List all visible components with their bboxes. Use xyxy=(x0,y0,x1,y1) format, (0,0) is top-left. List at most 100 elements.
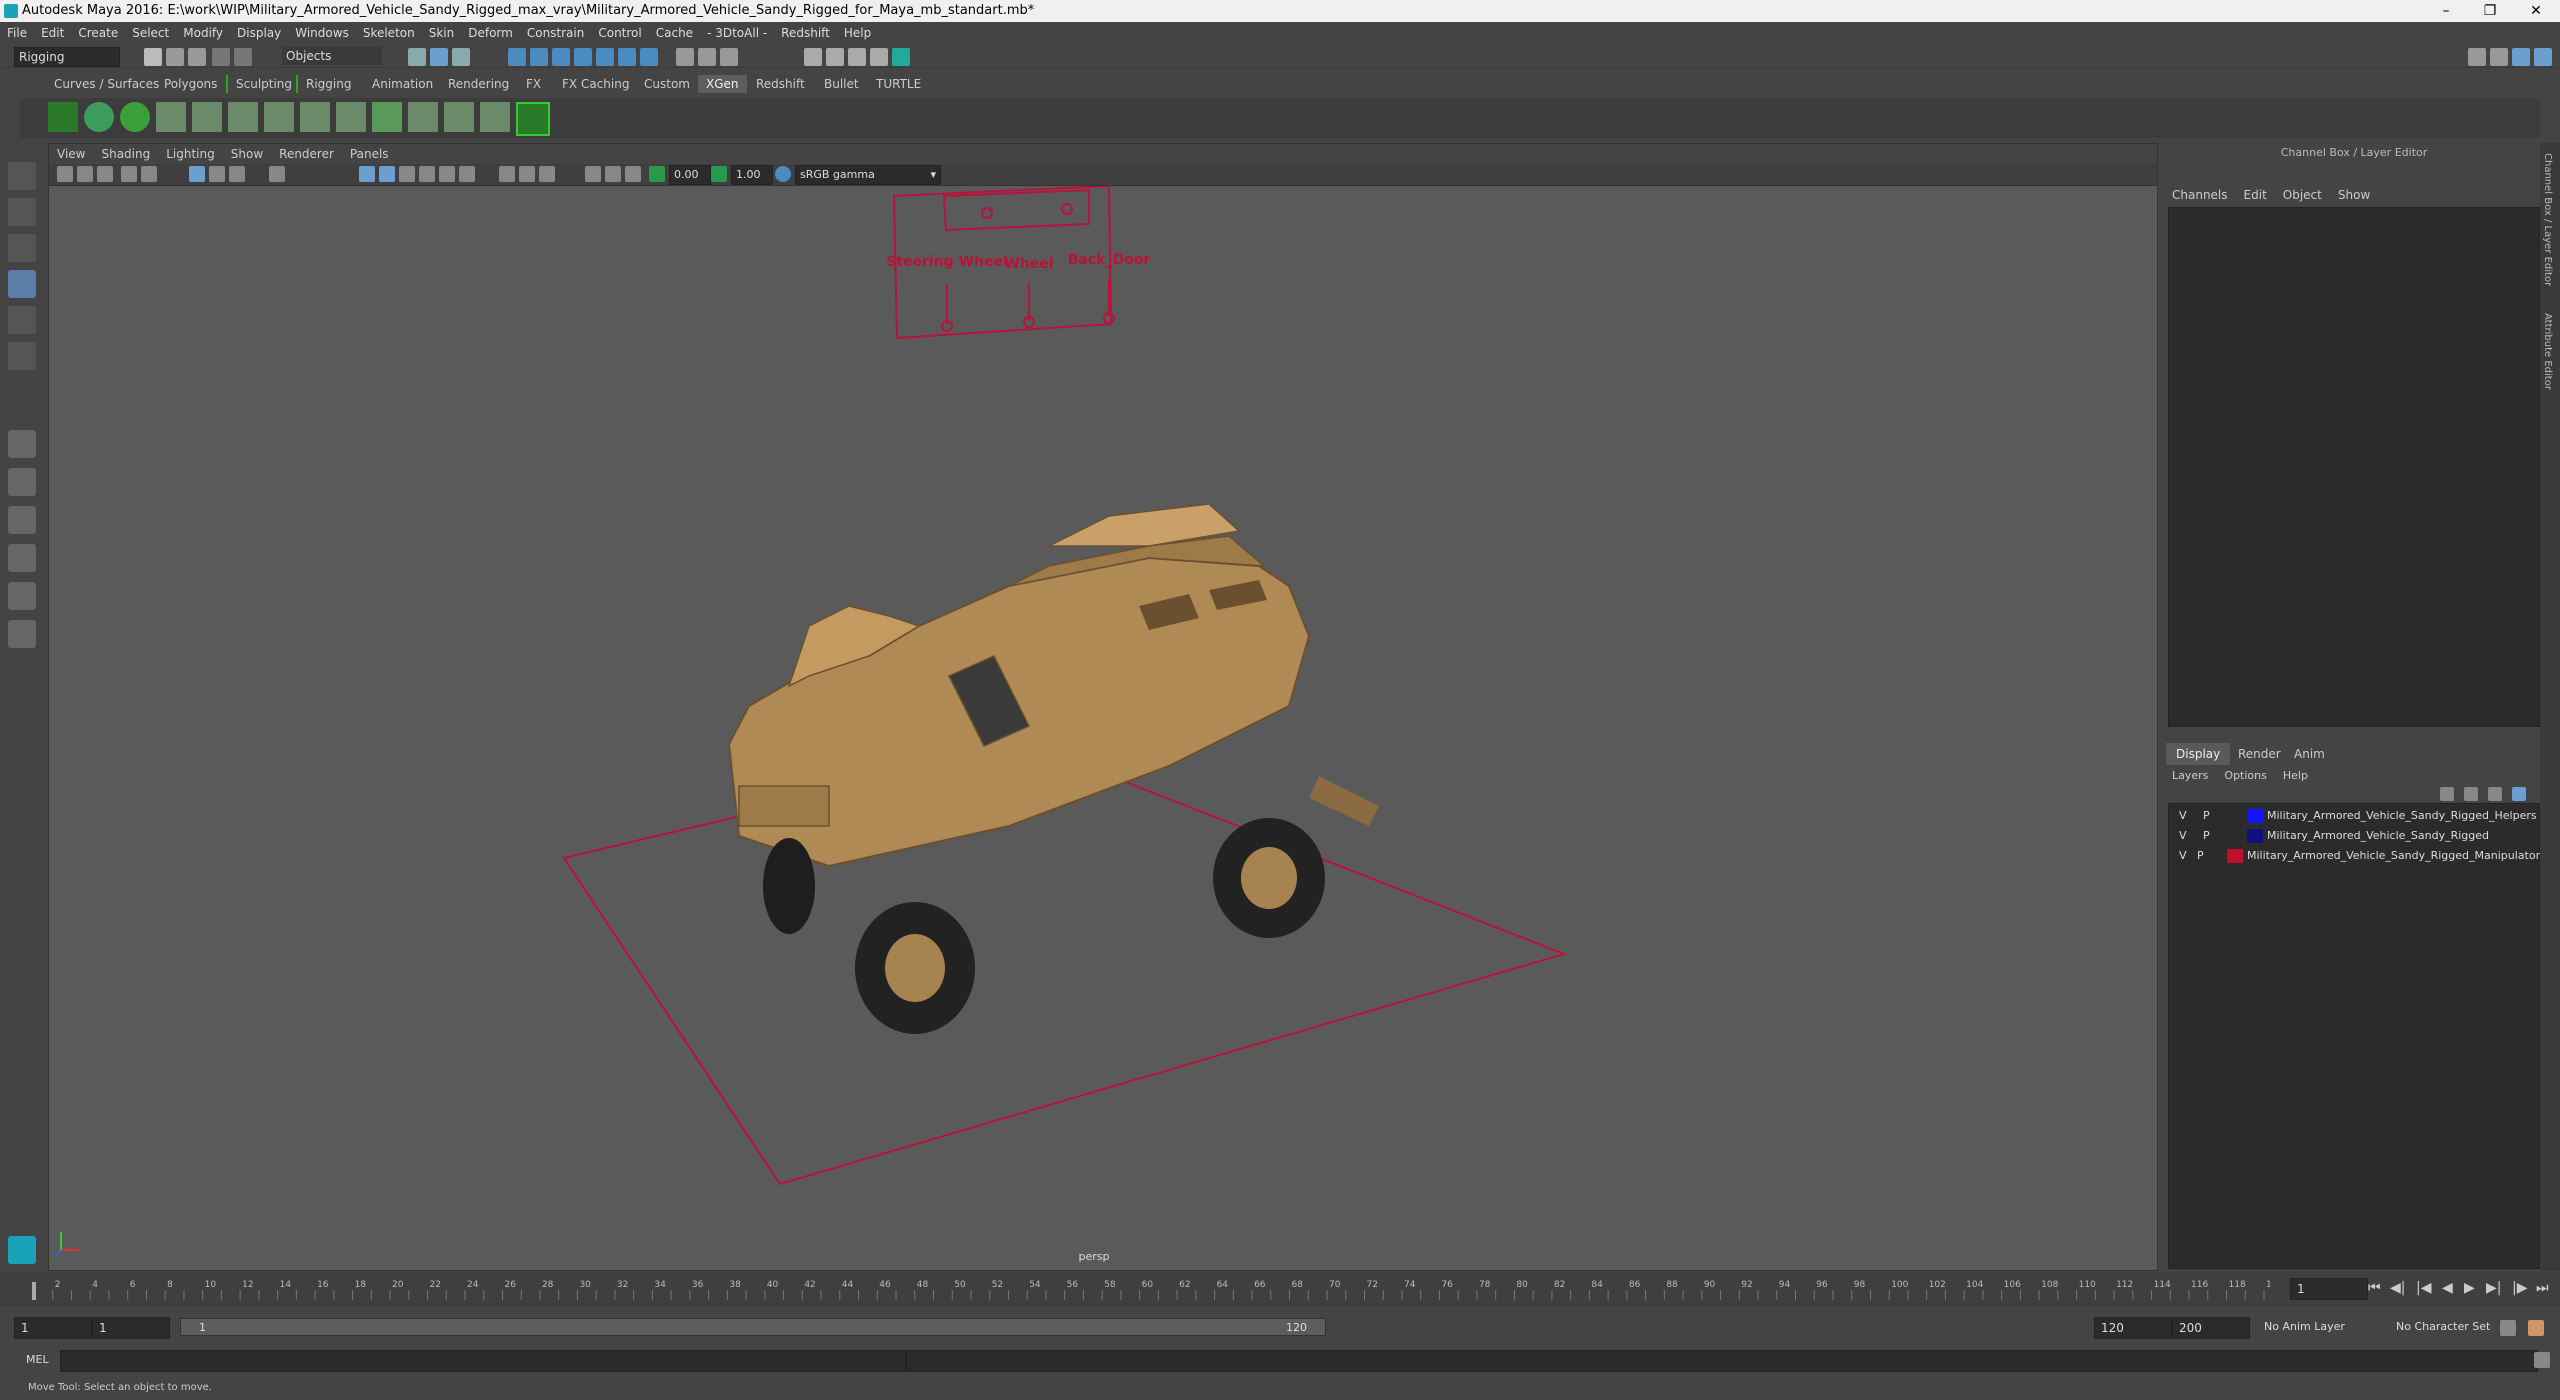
shelf-tab-polygons[interactable]: Polygons xyxy=(156,75,225,93)
menu-display[interactable]: Display xyxy=(230,22,288,44)
auto-key-icon[interactable] xyxy=(2500,1320,2516,1336)
view-transform-dropdown[interactable]: sRGB gamma ▾ xyxy=(795,165,941,185)
step-forward-frame-icon[interactable]: ▶| xyxy=(2486,1280,2501,1296)
layout-outliner-persp-icon[interactable] xyxy=(8,544,36,572)
make-live-icon[interactable] xyxy=(596,48,614,66)
grid-toggle-icon[interactable] xyxy=(189,166,205,182)
move-tool-icon[interactable] xyxy=(8,270,36,298)
range-slider[interactable]: 1 120 xyxy=(180,1318,1326,1336)
viewport-menu-view[interactable]: View xyxy=(49,144,93,164)
snap-grid-icon[interactable] xyxy=(508,48,526,66)
two-d-pan-icon[interactable] xyxy=(141,166,157,182)
playback-end-field[interactable]: 120 xyxy=(2094,1317,2172,1339)
channel-box-menu-show[interactable]: Show xyxy=(2330,183,2378,207)
step-back-key-icon[interactable]: ◀| xyxy=(2390,1280,2405,1296)
place-guides-icon[interactable] xyxy=(228,102,258,132)
tab-anim[interactable]: Anim xyxy=(2284,743,2335,765)
rig-control-panel[interactable]: Steering Wheel Wheel Back_Door xyxy=(886,186,1150,340)
playback-start-field[interactable]: 1 xyxy=(92,1317,170,1339)
layer-playback-toggle[interactable]: P xyxy=(2203,826,2210,846)
shelf-tab-fx[interactable]: FX xyxy=(518,75,549,93)
menu-help[interactable]: Help xyxy=(837,22,878,44)
menu-skin[interactable]: Skin xyxy=(422,22,462,44)
shelf-tab-fx-caching[interactable]: FX Caching xyxy=(554,75,637,93)
film-gate-icon[interactable] xyxy=(209,166,225,182)
animation-preferences-icon[interactable] xyxy=(2528,1320,2544,1336)
soft-select-icon[interactable] xyxy=(720,48,738,66)
layer-visibility-toggle[interactable]: V xyxy=(2179,806,2187,826)
shelf-tab-sculpting[interactable]: Sculpting xyxy=(226,75,300,93)
select-by-object-type-icon[interactable] xyxy=(430,48,448,66)
play-forwards-icon[interactable]: ▶ xyxy=(2464,1280,2475,1296)
layer-row[interactable]: V P Military_Armored_Vehicle_Sandy_Rigge… xyxy=(2169,806,2539,826)
script-editor-icon[interactable] xyxy=(2534,1352,2550,1368)
shelf-tab-rigging[interactable]: Rigging xyxy=(296,75,359,93)
history-icon[interactable] xyxy=(640,48,658,66)
layer-color-swatch[interactable] xyxy=(2247,829,2263,843)
xray-joints-icon[interactable] xyxy=(625,166,641,182)
minimize-button[interactable]: – xyxy=(2424,0,2468,22)
shadows-icon[interactable] xyxy=(459,166,475,182)
menu-redshift[interactable]: Redshift xyxy=(774,22,837,44)
sculpt-guides-icon[interactable] xyxy=(192,102,222,132)
redo-icon[interactable] xyxy=(234,48,252,66)
viewport-menu-shading[interactable]: Shading xyxy=(93,144,158,164)
layer-color-swatch[interactable] xyxy=(2247,809,2263,823)
input-output-icon[interactable] xyxy=(618,48,636,66)
start-time-field[interactable]: 1 xyxy=(14,1317,92,1339)
xgen-export-icon[interactable] xyxy=(516,102,550,136)
menu-select[interactable]: Select xyxy=(125,22,176,44)
save-scene-icon[interactable] xyxy=(188,48,206,66)
menu-deform[interactable]: Deform xyxy=(461,22,520,44)
shelf-tab-xgen[interactable]: XGen xyxy=(698,75,747,93)
groom-cut-icon[interactable] xyxy=(480,102,510,132)
character-set-dropdown[interactable]: No Character Set xyxy=(2392,1317,2516,1337)
render-settings-icon[interactable] xyxy=(848,48,866,66)
lights-icon[interactable] xyxy=(439,166,455,182)
manipulator-ground-plane[interactable] xyxy=(562,744,1568,1186)
step-back-frame-icon[interactable]: |◀ xyxy=(2416,1280,2431,1296)
layer-menu-options[interactable]: Options xyxy=(2216,765,2274,787)
gamma-field[interactable]: 1.00 xyxy=(731,165,773,185)
channel-box-menu-edit[interactable]: Edit xyxy=(2236,183,2275,207)
render-current-frame-icon[interactable] xyxy=(804,48,822,66)
gamma-icon[interactable] xyxy=(711,166,727,182)
shelf-tab-animation[interactable]: Animation xyxy=(364,75,441,93)
move-layer-down-icon[interactable] xyxy=(2464,787,2478,801)
selection-mode-dropdown[interactable]: Objects xyxy=(282,47,382,65)
motion-blur-icon[interactable] xyxy=(519,166,535,182)
go-to-end-icon[interactable]: ⏭ xyxy=(2536,1280,2549,1296)
undo-icon[interactable] xyxy=(212,48,230,66)
menu-modify[interactable]: Modify xyxy=(176,22,230,44)
armored-vehicle-model[interactable] xyxy=(727,503,1379,1034)
shelf-tab-turtle[interactable]: TURTLE xyxy=(868,75,929,93)
symmetry-icon[interactable] xyxy=(698,48,716,66)
isolate-select-icon[interactable] xyxy=(585,166,601,182)
layer-row[interactable]: V P Military_Armored_Vehicle_Sandy_Rigge… xyxy=(2169,826,2539,846)
menu-windows[interactable]: Windows xyxy=(288,22,356,44)
shelf-tab-redshift[interactable]: Redshift xyxy=(748,75,813,93)
interactive-groom-icon[interactable] xyxy=(372,102,402,132)
current-time-indicator[interactable] xyxy=(32,1282,36,1300)
layout-hypershade-icon[interactable] xyxy=(8,620,36,648)
select-tool-icon[interactable] xyxy=(8,162,36,190)
channel-box-menu-channels[interactable]: Channels xyxy=(2164,183,2236,207)
viewport-menu-renderer[interactable]: Renderer xyxy=(271,144,342,164)
restore-button[interactable]: ❐ xyxy=(2468,0,2512,22)
render-view-icon[interactable] xyxy=(892,48,910,66)
side-tab-channel-box[interactable]: Channel Box / Layer Editor xyxy=(2542,153,2553,286)
new-scene-icon[interactable] xyxy=(144,48,162,66)
menu-file[interactable]: File xyxy=(0,22,34,44)
snap-curve-icon[interactable] xyxy=(530,48,548,66)
move-layer-up-icon[interactable] xyxy=(2440,787,2454,801)
tab-display[interactable]: Display xyxy=(2166,743,2231,765)
time-slider[interactable]: 2 4 6 8 10 12 14 16 18 20 22 24 26 28 30 32 34 36 38 40 42 44… xyxy=(0,1272,2560,1306)
open-scene-icon[interactable] xyxy=(166,48,184,66)
paint-select-tool-icon[interactable] xyxy=(8,234,36,262)
viewport-menu-panels[interactable]: Panels xyxy=(342,144,397,164)
layer-row[interactable]: V P Military_Armored_Vehicle_Sandy_Rigge… xyxy=(2169,846,2540,866)
side-tab-attribute-editor[interactable]: Attribute Editor xyxy=(2542,313,2553,390)
layout-graph-persp-icon[interactable] xyxy=(8,582,36,610)
layer-playback-toggle[interactable]: P xyxy=(2203,806,2210,826)
exposure-icon[interactable] xyxy=(649,166,665,182)
